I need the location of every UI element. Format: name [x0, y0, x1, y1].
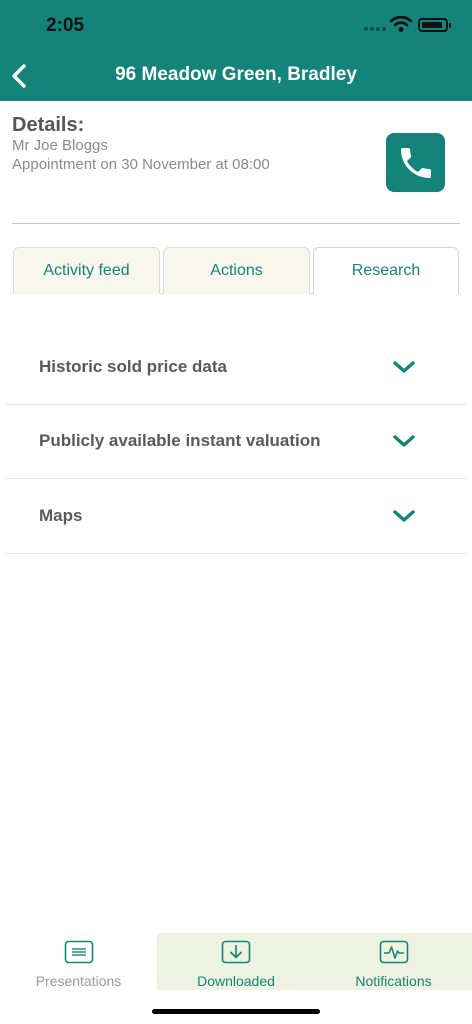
- bottom-tab-presentations[interactable]: Presentations: [0, 933, 157, 990]
- tab-activity-feed[interactable]: Activity feed: [13, 247, 160, 294]
- accordion-label: Maps: [39, 505, 83, 525]
- battery-icon: [418, 18, 451, 32]
- accordion-historic-sold-price[interactable]: Historic sold price data: [6, 330, 466, 405]
- bottom-tab-notifications[interactable]: Notifications: [315, 933, 472, 990]
- status-time: 2:05: [46, 15, 85, 36]
- bottom-tab-label: Downloaded: [197, 973, 275, 989]
- status-bar: 2:05: [0, 0, 472, 50]
- tab-strip: Activity feed Actions Research: [12, 247, 460, 294]
- accordion-maps[interactable]: Maps: [6, 479, 466, 554]
- back-button[interactable]: [6, 60, 32, 92]
- accordion-label: Historic sold price data: [39, 356, 227, 376]
- bottom-tab-label: Notifications: [355, 973, 432, 989]
- chevron-down-icon: [393, 435, 415, 447]
- chevron-left-icon: [12, 64, 26, 88]
- wifi-icon: [390, 15, 412, 32]
- details-heading: Details:: [12, 114, 85, 136]
- research-accordion: Historic sold price data Publicly availa…: [6, 330, 466, 554]
- call-button[interactable]: [386, 133, 445, 192]
- appointment-text: Appointment on 30 November at 08:00: [12, 156, 270, 173]
- app-header: 2:05 96 Meadow Green, Bradley: [0, 0, 472, 101]
- activity-icon: [379, 940, 408, 964]
- accordion-instant-valuation[interactable]: Publicly available instant valuation: [6, 405, 466, 479]
- details-section: Details: Mr Joe Bloggs Appointment on 30…: [12, 114, 382, 174]
- accordion-label: Publicly available instant valuation: [39, 431, 321, 451]
- home-indicator[interactable]: [152, 1009, 320, 1014]
- tab-actions[interactable]: Actions: [163, 247, 310, 294]
- download-icon: [221, 940, 251, 964]
- phone-icon: [400, 147, 431, 178]
- bottom-tab-downloaded[interactable]: Downloaded: [157, 933, 315, 990]
- presentation-icon: [64, 940, 93, 964]
- contact-name: Mr Joe Bloggs: [12, 137, 108, 154]
- chevron-down-icon: [393, 510, 415, 522]
- tab-research[interactable]: Research: [313, 247, 459, 294]
- section-divider: [12, 223, 460, 224]
- page-title: 96 Meadow Green, Bradley: [115, 64, 357, 85]
- cellular-signal-icon: [364, 27, 386, 31]
- bottom-tab-label: Presentations: [35, 973, 122, 989]
- chevron-down-icon: [393, 361, 415, 373]
